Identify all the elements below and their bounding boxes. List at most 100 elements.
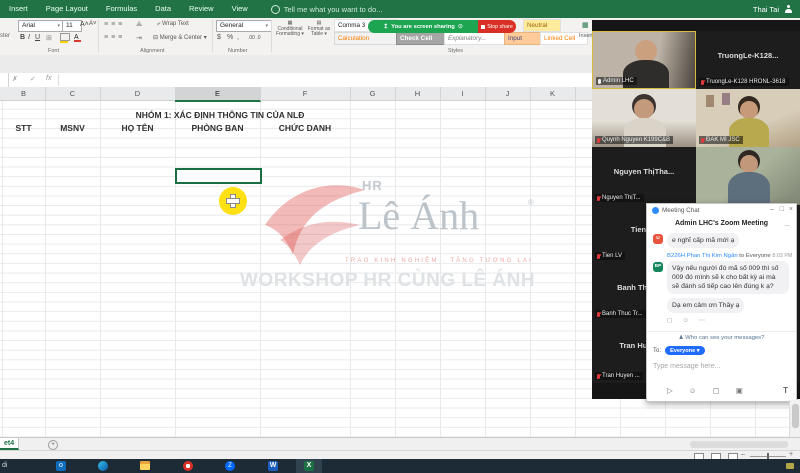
merge-center-button[interactable]: ⊟ Merge & Center ▾ <box>153 34 207 41</box>
video-tile-dakmi[interactable]: ĐAK MI JSC <box>696 89 800 147</box>
zalo-icon[interactable]: Z <box>225 461 235 471</box>
minimize-button[interactable]: – <box>770 206 774 213</box>
tell-me-label: Tell me what you want to do... <box>284 5 383 14</box>
column-header-b[interactable]: B <box>2 87 46 100</box>
share-settings-icon[interactable]: ⊙ <box>458 24 463 30</box>
add-sheet-button[interactable]: + <box>48 440 58 450</box>
cell-header-phongban: PHÒNG BAN <box>175 123 260 133</box>
style-input[interactable]: Input <box>504 32 542 45</box>
divider <box>58 74 59 86</box>
chat-message-input[interactable]: Type message here... <box>653 363 720 370</box>
privacy-link[interactable]: ♟ Who can see your messages? <box>647 331 796 341</box>
comma-button[interactable]: , <box>237 34 239 41</box>
outlook-icon[interactable]: o <box>56 461 66 471</box>
message-action-icons[interactable]: ◻ ☺ ⋯ <box>667 316 709 324</box>
vertical-scrollbar-thumb[interactable] <box>792 404 799 428</box>
maximize-button[interactable]: □ <box>780 206 784 213</box>
caret-down-icon: ▾ <box>697 348 700 354</box>
chat-toolbar-icons[interactable]: ▷ ☺ ▢ ▣ <box>667 386 750 395</box>
ribbon-tab-review[interactable]: Review <box>180 0 223 18</box>
orientation-icon[interactable]: ⟁ <box>136 21 142 29</box>
active-sheet-tab[interactable]: et4 <box>0 438 19 450</box>
insert-cells-icon[interactable]: ▦ <box>582 21 589 29</box>
conditional-formatting-label: Conditional Formatting <box>276 26 302 38</box>
edge-icon[interactable] <box>98 461 108 471</box>
selected-cell[interactable] <box>175 168 262 184</box>
avatar: BP <box>653 262 663 272</box>
red-app-icon[interactable] <box>183 461 193 471</box>
column-header-f[interactable]: F <box>260 87 351 100</box>
cell-header-stt: STT <box>2 123 45 133</box>
align-top-icons[interactable]: ≡≡≡ <box>104 21 125 28</box>
zoom-out-button[interactable]: – <box>741 451 745 458</box>
font-name-combo[interactable]: Arial▾ <box>18 20 64 32</box>
ribbon-tab-data[interactable]: Data <box>146 0 180 18</box>
video-tile-participant[interactable] <box>696 147 800 205</box>
column-header-d[interactable]: D <box>100 87 176 100</box>
indent-icons[interactable]: ⇥ <box>136 34 142 42</box>
font-size-combo[interactable]: 11 <box>62 20 82 32</box>
number-format-combo[interactable]: General▾ <box>216 20 272 32</box>
participant-body <box>728 172 770 205</box>
account-area[interactable]: Thai Tai <box>753 5 800 14</box>
horizontal-scrollbar[interactable] <box>690 441 788 448</box>
column-header-j[interactable]: J <box>485 87 531 100</box>
participant-name-label: ĐAK MI JSC <box>699 136 743 144</box>
participant-display-name: TruongLe-K128... <box>696 51 800 60</box>
underline-button[interactable]: U <box>35 34 40 41</box>
font-color-icon[interactable]: A <box>74 34 81 42</box>
zoom-in-button[interactable]: + <box>789 451 793 458</box>
ribbon-tab-view[interactable]: View <box>223 0 257 18</box>
ribbon-tab-insert[interactable]: Insert <box>0 0 37 18</box>
word-icon[interactable]: W <box>268 461 278 471</box>
stop-share-button[interactable]: Stop share <box>478 20 516 33</box>
file-explorer-icon[interactable] <box>140 461 150 471</box>
cancel-icon[interactable]: ✗ <box>12 75 18 83</box>
column-header-k[interactable]: K <box>530 87 576 100</box>
align-left-icons[interactable]: ≡≡≡ <box>104 34 125 41</box>
sender-to: to Everyone <box>739 253 770 259</box>
style-check-cell[interactable]: Check Cell <box>396 32 448 45</box>
group-divider <box>212 20 213 52</box>
user-icon <box>784 5 792 13</box>
watermark-banner: WORKSHOP HR CÙNG LÊ ÁNH <box>240 270 535 292</box>
column-header-e-selected[interactable]: E <box>175 87 261 102</box>
enter-icon[interactable]: ✓ <box>30 75 36 83</box>
vertical-scrollbar[interactable] <box>789 400 800 437</box>
account-name: Thai Tai <box>753 5 779 14</box>
video-tile-truongle[interactable]: TruongLe-K128... TruongLe-K128 HRONL-361… <box>696 31 800 89</box>
video-tile-quynh[interactable]: Quynh Nguyen K199C&B <box>592 89 696 147</box>
borders-icon[interactable]: ⊞ <box>46 34 52 42</box>
recipient-dropdown[interactable]: Everyone ▾ <box>665 346 705 355</box>
format-as-table-button[interactable]: ▤Format as Table ▾ <box>306 21 332 38</box>
name-box[interactable] <box>0 73 9 87</box>
decimal-buttons[interactable]: .00 .0 <box>248 35 261 41</box>
style-neutral[interactable]: Neutral <box>523 19 561 32</box>
shrink-font-icon[interactable]: A˅ <box>89 21 97 27</box>
column-header-c[interactable]: C <box>45 87 101 100</box>
style-explanatory[interactable]: Explanatory... <box>444 32 508 45</box>
fill-color-icon[interactable] <box>60 33 70 43</box>
column-header-g[interactable]: G <box>350 87 396 100</box>
video-tile-nguyen[interactable]: Nguyen ThịTha... Nguyen ThịT... <box>592 147 696 205</box>
tell-me-search[interactable]: Tell me what you want to do... <box>271 5 383 14</box>
video-tile-admin-lhc[interactable]: Admin LHC <box>592 31 696 89</box>
wrap-text-button[interactable]: ⤶ Wrap Text <box>157 21 189 28</box>
column-header-h[interactable]: H <box>395 87 441 100</box>
close-button[interactable]: × <box>789 206 793 213</box>
currency-button[interactable]: $ <box>217 34 221 41</box>
percent-button[interactable]: % <box>227 34 233 41</box>
insert-function-icon[interactable]: fx <box>46 75 51 82</box>
chat-more-icon[interactable]: ... <box>784 221 790 228</box>
ribbon-tab-page-layout[interactable]: Page Layout <box>37 0 97 18</box>
italic-button[interactable]: I <box>28 34 30 41</box>
conditional-formatting-button[interactable]: ▦Conditional Formatting ▾ <box>276 21 304 38</box>
format-text-icon[interactable]: T <box>783 386 788 395</box>
column-header-i[interactable]: I <box>440 87 486 100</box>
ribbon-tab-formulas[interactable]: Formulas <box>97 0 146 18</box>
style-calculation[interactable]: Calculation <box>334 32 398 45</box>
bold-button[interactable]: B <box>20 34 25 41</box>
watermark-brand: Lê Ánh <box>358 192 479 239</box>
excel-icon[interactable]: X <box>304 461 314 471</box>
grow-font-icon[interactable]: A˄ <box>80 21 89 28</box>
